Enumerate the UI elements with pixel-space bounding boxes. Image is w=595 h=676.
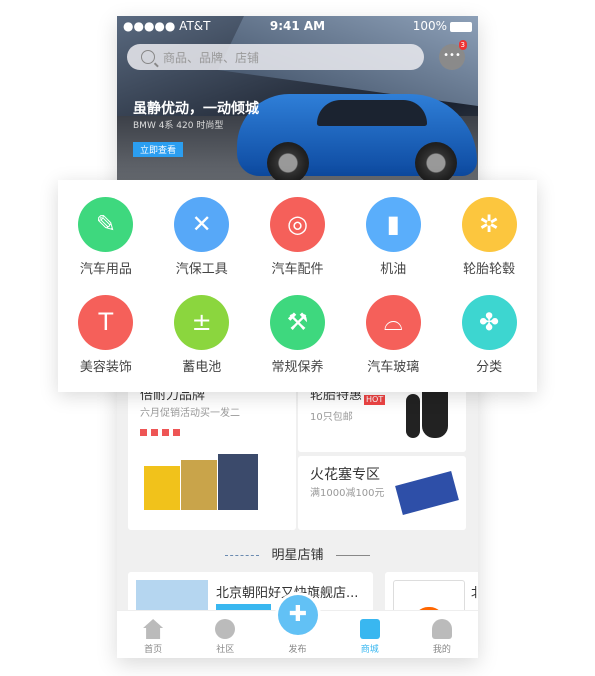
publish-icon: ✚ [278,595,318,635]
category-item[interactable]: ✕ 汽保工具 [154,197,250,291]
section-header: 明星店铺 [117,544,478,563]
category-label: 汽车用品 [79,262,132,277]
message-button[interactable]: ••• 3 [439,40,467,70]
category-item[interactable]: ✤ 分类 [441,294,537,389]
promo-brand[interactable]: 倍耐力品牌 六月促销活动买一发二 [128,378,296,530]
category-item[interactable]: T 美容装饰 [58,294,154,389]
message-badge: 3 [458,40,467,50]
tab-label: 我的 [432,645,451,655]
category-label: 美容装饰 [79,359,132,375]
banner-title: 虽静优动，一动倾城 [133,101,259,117]
windshield-icon: ⌓ [365,294,421,350]
tab-label: 社区 [216,645,235,655]
countdown [140,421,184,440]
status-bar: ●●●●● AT&T 9:41 AM 100% [117,16,478,36]
category-item[interactable]: ⌓ 汽车玻璃 [345,294,441,389]
home-icon [143,619,164,639]
promo-subtitle: 六月促销活动买一发二 [140,408,240,419]
store-icon [359,619,380,639]
category-label: 轮胎轮毂 [463,262,516,277]
tab-store[interactable]: 商城 [334,611,406,658]
category-item[interactable]: ▮ 机油 [345,197,441,291]
tab-profile[interactable]: 我的 [406,611,478,658]
tire-image [406,394,420,438]
community-icon [215,619,236,639]
category-label: 常规保养 [271,359,324,375]
brake-disc-icon: ◎ [269,197,325,252]
tab-community[interactable]: 社区 [189,611,261,658]
wiper-icon: T [78,294,134,350]
banner-subtitle: BMW 4系 420 时尚型 [133,121,224,131]
tab-home[interactable]: 首页 [117,611,189,658]
category-label: 机油 [380,262,407,277]
category-item[interactable]: ± 蓄电池 [154,294,250,389]
profile-icon [431,619,452,639]
store-name: 北 [471,586,478,601]
tab-label: 首页 [144,645,163,655]
clock: 9:41 AM [269,19,326,33]
spark-plug-image [395,471,459,515]
oil-bottle-image [144,466,180,510]
search-input[interactable]: 商品、品牌、店铺 [127,44,424,70]
hot-badge: HOT [364,395,386,405]
category-label: 分类 [476,359,503,375]
category-label: 汽车配件 [271,262,324,277]
category-label: 蓄电池 [182,359,222,375]
wrench-screwdriver-icon: ✕ [174,197,230,252]
category-item[interactable]: ◎ 汽车配件 [250,197,346,291]
search-placeholder: 商品、品牌、店铺 [163,50,260,65]
tab-label: 发布 [288,645,307,655]
category-grid: ✎ 汽车用品 ✕ 汽保工具 ◎ 汽车配件 ▮ 机油 ✲ 轮胎轮毂 T 美容装饰 ± 蓄电池 ⚒ 常规保养 ⌓ 汽车… [58,180,537,392]
mechanic-icon: ⚒ [269,294,325,350]
oil-can-icon: ▮ [365,197,421,252]
tools-icon: ✎ [78,197,134,252]
category-item[interactable]: ⚒ 常规保养 [250,294,346,389]
oil-bottle-image [181,460,217,510]
category-item[interactable]: ✎ 汽车用品 [58,197,154,291]
search-icon [141,50,155,64]
category-label: 汽保工具 [175,262,228,277]
battery-icon: ± [174,294,230,350]
car-image [237,94,477,184]
category-icon: ✤ [461,294,517,350]
publish-button[interactable]: ✚ [275,592,321,638]
oil-bottle-image [218,454,258,510]
tab-label: 商城 [360,645,379,655]
promo-title: 火花塞专区 [310,467,380,483]
section-title: 明星店铺 [271,548,324,563]
promo-subtitle: 满1000减100元 [310,488,385,499]
wheel-icon: ✲ [461,197,517,252]
promo-spark-plugs[interactable]: 火花塞专区 满1000减100元 [298,456,466,530]
category-item[interactable]: ✲ 轮胎轮毂 [441,197,537,291]
chat-icon: ••• [443,50,461,61]
view-now-button[interactable]: 立即查看 [133,142,184,157]
banner[interactable]: 虽静优动，一动倾城 BMW 4系 420 时尚型 立即查看 [117,16,478,186]
category-label: 汽车玻璃 [367,359,420,375]
promo-subtitle: 10只包邮 [310,412,353,423]
